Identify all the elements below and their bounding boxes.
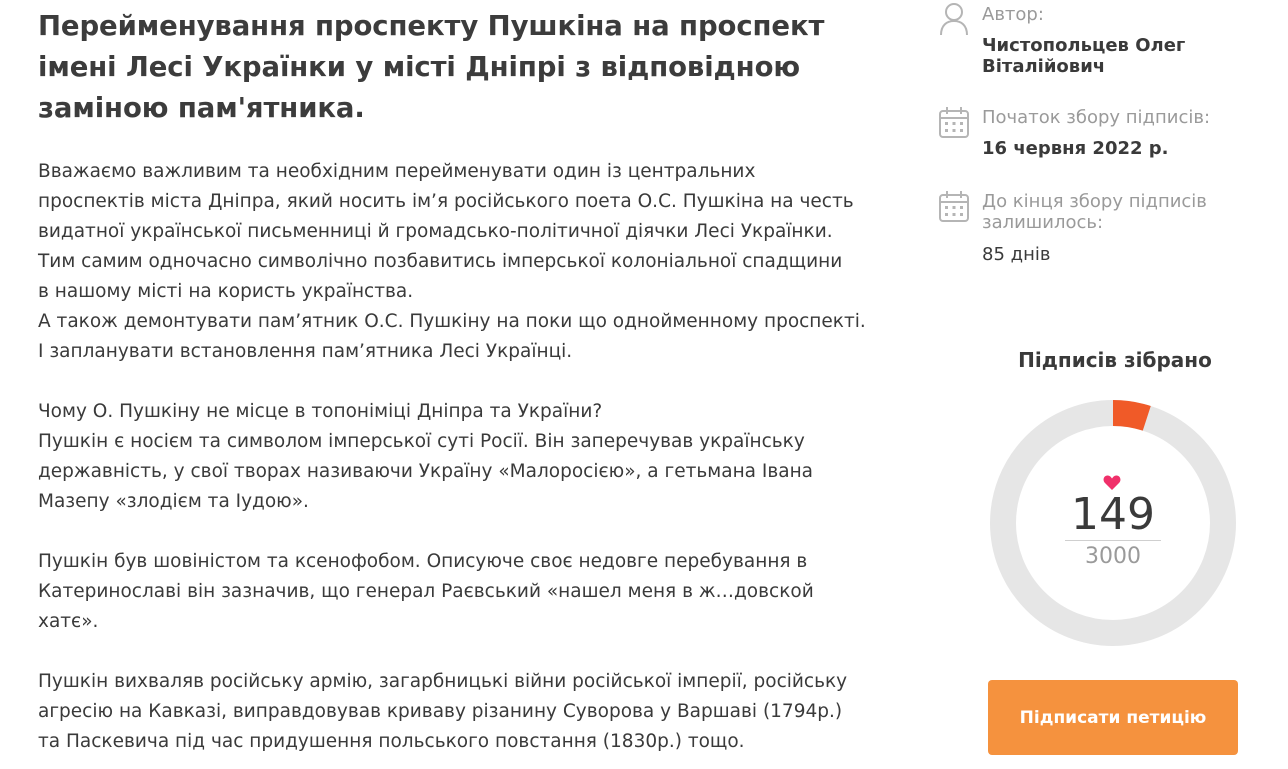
paragraph: Пушкін вихваляв російську армію, загарбн… [38,667,918,757]
title-line: заміною пам'ятника. [38,92,365,124]
signatures-goal: 3000 [1085,544,1141,569]
text-line: Вважаємо важливим та необхідним переймен… [38,161,756,182]
text-line: Пушкін був шовіністом та ксенофобом. Опи… [38,551,808,572]
paragraph: Чому О. Пушкіну не місце в топоніміці Дн… [38,397,918,517]
text-line: державність, у свої творах називаючи Укр… [38,461,814,482]
signatures-title: Підписів зібрано [1018,348,1212,372]
text-line: агресію на Кавказі, виправдовував кривав… [38,701,843,722]
count-divider [1065,540,1161,541]
remaining-label-line: залишилось: [982,212,1104,233]
author-name-line: Чистопольцев Олег [982,35,1186,56]
petition-text: Вважаємо важливим та необхідним переймен… [38,157,918,757]
text-line: І запланувати встановлення пам’ятника Ле… [38,341,573,362]
text-line: Пушкін є носієм та символом імперської с… [38,431,805,452]
paragraph: Вважаємо важливим та необхідним переймен… [38,157,918,367]
remaining-value: 85 днів [982,244,1051,265]
text-line: хатє». [38,611,99,632]
text-line: видатної української письменниці й грома… [38,221,833,242]
user-icon [940,3,968,36]
author-label: Автор: [982,4,1044,25]
petition-page: Перейменування проспекту Пушкіна на прос… [0,0,1288,769]
text-line: Пушкін вихваляв російську армію, загарбн… [38,671,848,692]
sign-petition-button[interactable]: Підписати петицію [988,680,1238,755]
title-line: імені Лесі Українки у місті Дніпрі з від… [38,51,800,83]
start-date-value: 16 червня 2022 р. [982,138,1169,159]
title-line: Перейменування проспекту Пушкіна на прос… [38,10,825,42]
paragraph: Пушкін був шовіністом та ксенофобом. Опи… [38,547,918,637]
text-line: проспектів міста Дніпра, який носить ім’… [38,191,854,212]
petition-main: Перейменування проспекту Пушкіна на прос… [38,6,918,769]
author-name-line: Віталійович [982,56,1106,77]
text-line: в нашому місті на користь українства. [38,281,414,302]
calendar-icon [939,191,969,222]
petition-title: Перейменування проспекту Пушкіна на прос… [38,6,918,129]
calendar-icon [939,107,969,138]
text-line: А також демонтувати пам’ятник О.С. Пушкі… [38,311,866,332]
text-line: Катеринославі він зазначив, що генерал Р… [38,581,814,602]
text-line: Тим самим одночасно символічно позбавити… [38,251,843,272]
text-line: Чому О. Пушкіну не місце в топоніміці Дн… [38,401,603,422]
text-line: Мазепу «злодієм та Іудою». [38,491,309,512]
remaining-label-line: До кінця збору підписів [982,191,1207,212]
text-line: та Паскевича під час придушення польсько… [38,731,745,752]
start-date-label: Початок збору підписів: [982,107,1211,128]
signatures-count: 149 [1071,489,1155,540]
